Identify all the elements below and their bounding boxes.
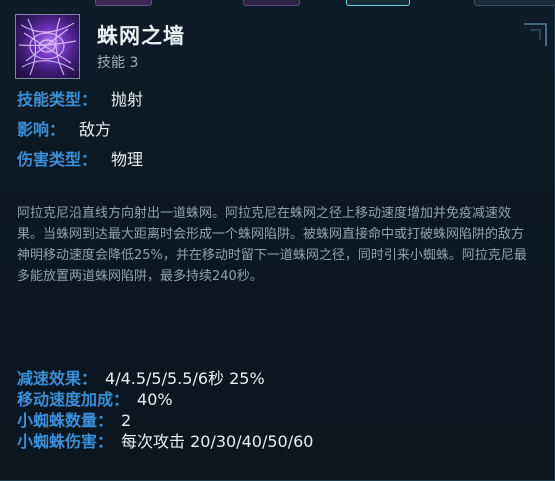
stat-label: 小蜘蛛伤害： <box>17 432 114 451</box>
skill-name: 蛛网之墙 <box>97 24 185 48</box>
attribute-value: 物理 <box>111 150 144 169</box>
attribute-label: 伤害类型： <box>17 150 98 169</box>
attribute-value: 敌方 <box>79 120 112 139</box>
tab-edge[interactable] <box>243 0 300 6</box>
skill-description: 阿拉克尼沿直线方向射出一道蛛网。阿拉克尼在蛛网之径上移动速度增加并免疫减速效果。… <box>17 206 527 284</box>
stat-row-spiderling-count: 小蜘蛛数量： 2 <box>17 411 131 431</box>
attribute-value: 抛射 <box>111 90 144 109</box>
stat-value: 2 <box>121 411 132 430</box>
attribute-label: 影响： <box>17 120 66 139</box>
attribute-row-affects: 影响： 敌方 <box>17 116 111 140</box>
tab-edge[interactable] <box>95 0 152 6</box>
stat-row-movement-speed: 移动速度加成： 40% <box>17 390 173 410</box>
skill-slot: 技能 3 <box>97 55 139 71</box>
skill-tooltip-panel: 蛛网之墙 技能 3 技能类型： 抛射 影响： 敌方 伤害类型： 物理 阿拉克尼沿直线方… <box>0 0 555 481</box>
tab-edge-selected[interactable] <box>346 0 410 6</box>
stat-label: 减速效果： <box>17 369 98 388</box>
stat-row-slow: 减速效果： 4/4.5/5/5.5/6秒 25% <box>17 369 265 389</box>
stat-value: 4/4.5/5/5.5/6秒 25% <box>105 369 265 388</box>
attribute-label: 技能类型： <box>17 90 98 109</box>
stat-value: 每次攻击 20/30/40/50/60 <box>121 432 314 451</box>
attribute-row-damage-type: 伤害类型： 物理 <box>17 146 143 170</box>
stat-value: 40% <box>137 390 173 409</box>
stat-label: 移动速度加成： <box>17 390 130 409</box>
tab-edge[interactable] <box>474 0 555 6</box>
corner-bracket-icon <box>524 23 547 46</box>
stat-row-spiderling-damage: 小蜘蛛伤害： 每次攻击 20/30/40/50/60 <box>17 432 313 452</box>
attribute-row-skill-type: 技能类型： 抛射 <box>17 86 143 110</box>
spider-web-icon <box>15 14 80 79</box>
stat-label: 小蜘蛛数量： <box>17 411 114 430</box>
